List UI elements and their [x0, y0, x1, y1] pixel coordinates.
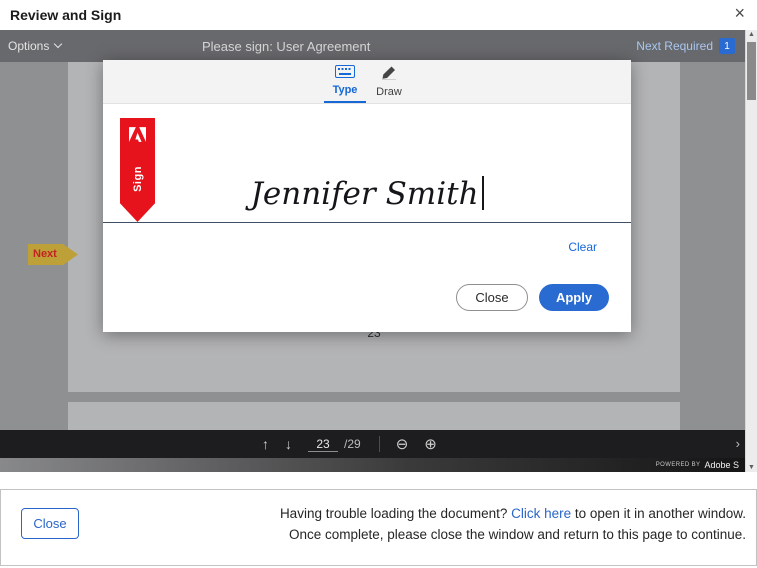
powered-by-strip: POWERED BY Adobe S	[0, 458, 745, 472]
next-required-button[interactable]: Next Required 1	[636, 38, 735, 54]
apply-button[interactable]: Apply	[539, 284, 609, 311]
page-total-label: /29	[344, 437, 361, 451]
help-prefix: Having trouble loading the document?	[280, 506, 511, 521]
options-menu[interactable]: Options	[8, 39, 61, 53]
signature-modal: Type Draw Sign Jennifer Smith Clear Clos…	[103, 60, 631, 332]
powered-by-brand: Adobe S	[704, 460, 739, 470]
review-and-sign-window: Review and Sign × Options Please sign: U…	[0, 0, 757, 568]
click-here-link[interactable]: Click here	[511, 506, 571, 521]
page-nav-cluster: ↑ ↓ /29 ⊖ ⊕	[262, 430, 437, 458]
pen-icon	[381, 66, 397, 83]
scrollbar-down-icon[interactable]: ▼	[746, 464, 757, 471]
chevron-right-icon[interactable]: ›	[736, 436, 740, 451]
next-required-label: Next Required	[636, 39, 713, 53]
help-line-2: Once complete, please close the window a…	[280, 524, 746, 545]
zoom-out-icon[interactable]: ⊖	[396, 435, 409, 453]
chevron-down-icon	[54, 40, 62, 48]
help-suffix: to open it in another window.	[571, 506, 746, 521]
help-line-1: Having trouble loading the document? Cli…	[280, 503, 746, 524]
page-up-icon[interactable]: ↑	[262, 436, 269, 452]
toolbar-divider	[379, 436, 380, 452]
zoom-in-icon[interactable]: ⊕	[424, 435, 437, 453]
title-bar: Review and Sign ×	[0, 0, 757, 30]
close-icon[interactable]: ×	[728, 3, 751, 24]
tab-draw-label: Draw	[376, 86, 402, 98]
text-caret	[482, 176, 484, 210]
clear-signature-link[interactable]: Clear	[568, 240, 597, 254]
next-required-count-badge: 1	[719, 38, 735, 54]
viewer-control-bar: ↑ ↓ /29 ⊖ ⊕ ›	[0, 430, 745, 458]
signature-tabs: Type Draw	[103, 60, 631, 104]
window-title: Review and Sign	[10, 7, 121, 23]
modal-close-button[interactable]: Close	[456, 284, 528, 311]
panel-close-button[interactable]: Close	[21, 508, 79, 539]
page-down-icon[interactable]: ↓	[285, 436, 292, 452]
scrollbar-thumb[interactable]	[747, 42, 756, 100]
scrollbar-up-icon[interactable]: ▲	[746, 31, 757, 38]
sign-prompt: Please sign: User Agreement	[202, 39, 370, 54]
keyboard-icon	[335, 65, 355, 81]
signature-input-area[interactable]: Jennifer Smith	[103, 176, 631, 212]
document-toolbar: Options Please sign: User Agreement Next…	[0, 30, 745, 62]
typed-signature: Jennifer Smith	[250, 176, 478, 212]
modal-button-row: Close Apply	[456, 284, 609, 311]
options-label: Options	[8, 39, 49, 53]
tab-draw[interactable]: Draw	[368, 60, 410, 103]
signature-baseline	[103, 222, 631, 223]
tab-type-label: Type	[333, 84, 358, 96]
document-page-next	[68, 402, 680, 430]
tab-type[interactable]: Type	[324, 60, 366, 103]
help-text: Having trouble loading the document? Cli…	[280, 503, 746, 545]
adobe-logo-icon	[120, 127, 155, 147]
vertical-scrollbar[interactable]: ▲ ▼	[745, 30, 757, 472]
page-number-input[interactable]	[308, 437, 338, 452]
bottom-help-panel: Close Having trouble loading the documen…	[0, 489, 757, 566]
powered-by-label: POWERED BY	[656, 462, 701, 468]
